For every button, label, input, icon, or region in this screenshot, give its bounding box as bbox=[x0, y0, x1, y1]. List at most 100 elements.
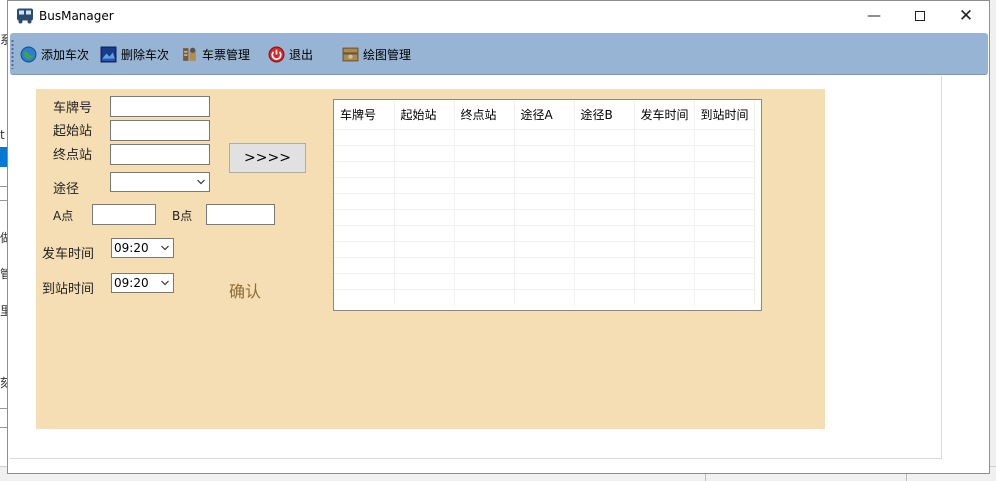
confirm-button[interactable]: 确认 bbox=[229, 278, 261, 302]
table-cell[interactable] bbox=[634, 224, 695, 241]
table-row[interactable] bbox=[334, 288, 755, 305]
arrival-time-picker[interactable]: 09:20 bbox=[111, 273, 174, 293]
column-header-depart[interactable]: 发车时间 bbox=[634, 100, 695, 129]
table-cell[interactable] bbox=[394, 224, 455, 241]
table-row[interactable] bbox=[334, 224, 755, 241]
table-cell[interactable] bbox=[694, 256, 755, 273]
table-cell[interactable] bbox=[634, 288, 695, 305]
exit-button[interactable]: 退出 bbox=[268, 45, 313, 63]
table-cell[interactable] bbox=[454, 208, 515, 225]
table-cell[interactable] bbox=[334, 224, 395, 241]
table-cell[interactable] bbox=[454, 128, 515, 145]
table-cell[interactable] bbox=[694, 144, 755, 161]
title-bar[interactable]: BusManager — ✕ bbox=[8, 1, 989, 32]
table-cell[interactable] bbox=[394, 160, 455, 177]
table-cell[interactable] bbox=[454, 272, 515, 289]
table-cell[interactable] bbox=[454, 144, 515, 161]
table-cell[interactable] bbox=[394, 272, 455, 289]
table-cell[interactable] bbox=[394, 208, 455, 225]
drawing-management-button[interactable]: 绘图管理 bbox=[342, 45, 411, 63]
table-cell[interactable] bbox=[454, 160, 515, 177]
table-row[interactable] bbox=[334, 144, 755, 161]
table-cell[interactable] bbox=[634, 160, 695, 177]
table-cell[interactable] bbox=[694, 272, 755, 289]
column-header-start[interactable]: 起始站 bbox=[394, 100, 455, 129]
table-cell[interactable] bbox=[394, 128, 455, 145]
table-cell[interactable] bbox=[514, 192, 575, 209]
table-row[interactable] bbox=[334, 272, 755, 289]
table-row[interactable] bbox=[334, 192, 755, 209]
table-cell[interactable] bbox=[334, 176, 395, 193]
trip-data-grid[interactable]: 车牌号 起始站 终点站 途径A 途径B 发车时间 到站时间 bbox=[333, 99, 762, 311]
table-cell[interactable] bbox=[694, 208, 755, 225]
table-row[interactable] bbox=[334, 240, 755, 257]
add-trip-button[interactable]: 添加车次 bbox=[20, 45, 89, 63]
table-cell[interactable] bbox=[634, 144, 695, 161]
table-cell[interactable] bbox=[514, 240, 575, 257]
table-cell[interactable] bbox=[334, 192, 395, 209]
delete-trip-button[interactable]: 删除车次 bbox=[100, 45, 169, 63]
table-cell[interactable] bbox=[454, 256, 515, 273]
end-station-input[interactable] bbox=[110, 144, 210, 165]
table-cell[interactable] bbox=[634, 272, 695, 289]
table-cell[interactable] bbox=[634, 128, 695, 145]
column-header-route-a[interactable]: 途径A bbox=[514, 100, 575, 129]
table-cell[interactable] bbox=[574, 288, 635, 305]
table-cell[interactable] bbox=[634, 176, 695, 193]
table-cell[interactable] bbox=[334, 160, 395, 177]
table-cell[interactable] bbox=[574, 192, 635, 209]
table-cell[interactable] bbox=[514, 160, 575, 177]
table-cell[interactable] bbox=[574, 208, 635, 225]
table-cell[interactable] bbox=[334, 208, 395, 225]
table-cell[interactable] bbox=[394, 256, 455, 273]
table-cell[interactable] bbox=[334, 144, 395, 161]
table-cell[interactable] bbox=[334, 240, 395, 257]
table-cell[interactable] bbox=[634, 240, 695, 257]
column-header-end[interactable]: 终点站 bbox=[454, 100, 515, 129]
table-cell[interactable] bbox=[694, 176, 755, 193]
table-cell[interactable] bbox=[514, 288, 575, 305]
minimize-button[interactable]: — bbox=[851, 1, 897, 32]
table-cell[interactable] bbox=[574, 240, 635, 257]
table-cell[interactable] bbox=[574, 128, 635, 145]
column-header-arrive[interactable]: 到站时间 bbox=[694, 100, 755, 129]
route-select[interactable] bbox=[110, 172, 210, 192]
table-cell[interactable] bbox=[514, 272, 575, 289]
table-cell[interactable] bbox=[514, 256, 575, 273]
table-cell[interactable] bbox=[634, 208, 695, 225]
table-cell[interactable] bbox=[394, 176, 455, 193]
maximize-button[interactable] bbox=[897, 1, 943, 32]
table-cell[interactable] bbox=[514, 208, 575, 225]
table-cell[interactable] bbox=[634, 192, 695, 209]
close-button[interactable]: ✕ bbox=[943, 1, 989, 32]
table-cell[interactable] bbox=[514, 144, 575, 161]
table-cell[interactable] bbox=[394, 240, 455, 257]
table-cell[interactable] bbox=[694, 288, 755, 305]
table-cell[interactable] bbox=[514, 224, 575, 241]
table-row[interactable] bbox=[334, 176, 755, 193]
table-cell[interactable] bbox=[574, 176, 635, 193]
table-cell[interactable] bbox=[634, 256, 695, 273]
table-cell[interactable] bbox=[334, 288, 395, 305]
start-station-input[interactable] bbox=[110, 120, 210, 141]
table-row[interactable] bbox=[334, 160, 755, 177]
plate-input[interactable] bbox=[110, 96, 210, 117]
table-cell[interactable] bbox=[454, 192, 515, 209]
table-cell[interactable] bbox=[574, 224, 635, 241]
ticket-management-button[interactable]: 车票管理 bbox=[181, 45, 250, 63]
table-cell[interactable] bbox=[574, 144, 635, 161]
departure-time-picker[interactable]: 09:20 bbox=[111, 238, 174, 258]
table-cell[interactable] bbox=[514, 176, 575, 193]
column-header-plate[interactable]: 车牌号 bbox=[334, 100, 395, 129]
column-header-route-b[interactable]: 途径B bbox=[574, 100, 635, 129]
table-cell[interactable] bbox=[514, 128, 575, 145]
table-cell[interactable] bbox=[694, 160, 755, 177]
table-cell[interactable] bbox=[574, 256, 635, 273]
table-cell[interactable] bbox=[394, 192, 455, 209]
table-cell[interactable] bbox=[394, 144, 455, 161]
table-cell[interactable] bbox=[574, 160, 635, 177]
table-cell[interactable] bbox=[694, 192, 755, 209]
table-cell[interactable] bbox=[694, 128, 755, 145]
table-cell[interactable] bbox=[694, 224, 755, 241]
point-b-input[interactable] bbox=[206, 204, 275, 225]
